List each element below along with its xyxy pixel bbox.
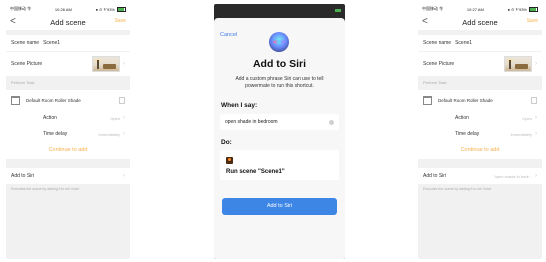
device-row[interactable]: Default Room Roller Shade xyxy=(418,90,542,110)
status-bar: 中国移动 令 10:26 AM ● ⊙ ⅟ 93% xyxy=(6,4,130,14)
do-label: Do: xyxy=(221,139,232,146)
chevron-right-icon: › xyxy=(123,131,125,137)
app-icon xyxy=(226,157,233,164)
back-button[interactable]: < xyxy=(422,16,428,27)
shortcut-action-card: Run scene "Scene1" xyxy=(220,150,339,180)
action-label: Action xyxy=(455,115,469,121)
action-value: Open xyxy=(522,115,532,121)
chevron-right-icon: › xyxy=(535,61,537,67)
run-scene-text: Run scene "Scene1" xyxy=(226,169,285,175)
chevron-right-icon: › xyxy=(535,131,537,137)
scene-picture-row[interactable]: Scene Picture › xyxy=(6,52,130,76)
time-delay-value: Immediately xyxy=(98,131,120,137)
save-button[interactable]: Save xyxy=(115,18,126,24)
add-to-siri-button[interactable]: Add to Siri xyxy=(222,198,337,215)
status-time: 10:27 AM xyxy=(466,6,484,12)
time-delay-label: Time delay xyxy=(43,131,68,137)
page-title: Add scene xyxy=(50,17,86,27)
add-to-siri-row[interactable]: Add to Siri › xyxy=(6,168,130,184)
carrier-label: 中国移动 令 xyxy=(10,6,32,11)
battery-icon xyxy=(335,9,341,12)
device-name: Default Room Roller Shade xyxy=(438,97,493,103)
chevron-right-icon: › xyxy=(535,115,537,121)
scene-picture-label: Scene Picture xyxy=(11,61,43,67)
time-delay-row[interactable]: Time delay Immediately › xyxy=(418,126,542,142)
clear-icon[interactable] xyxy=(329,119,334,125)
siri-footnote: Executes the scene by adding it to siri … xyxy=(11,187,80,191)
scene-picture-row[interactable]: Scene Picture › xyxy=(418,52,542,76)
continue-to-add-button[interactable]: Continue to add xyxy=(418,142,542,159)
siri-description: Add a custom phrase Siri can use to tell… xyxy=(235,76,324,89)
scene-name-row[interactable]: Scene name Scene1 xyxy=(6,35,130,51)
action-value: Open xyxy=(110,115,120,121)
cancel-button[interactable]: Cancel xyxy=(220,32,237,38)
nav-bar: < Add scene Save xyxy=(418,14,542,30)
add-scene-screen-2: 中国移动 令 10:27 AM ● ⊙ ⅟ 93% < Add scene Sa… xyxy=(418,4,542,259)
siri-phrase-value: "open shade in bedr... xyxy=(493,173,532,179)
perform-task-label: Perform Task xyxy=(11,80,35,85)
delete-icon[interactable] xyxy=(531,96,537,104)
device-row[interactable]: Default Room Roller Shade xyxy=(6,90,130,110)
add-to-siri-row[interactable]: Add to Siri "open shade in bedr... › xyxy=(418,168,542,184)
action-row[interactable]: Action Open › xyxy=(418,110,542,126)
siri-icon xyxy=(269,32,289,52)
action-row[interactable]: Action Open › xyxy=(6,110,130,126)
chevron-right-icon: › xyxy=(123,173,125,179)
phrase-text: open shade in bedroom xyxy=(225,119,278,125)
scene-name-label: Scene name xyxy=(423,40,452,46)
scene-picture-thumbnail xyxy=(504,56,532,72)
scene-name-row[interactable]: Scene name Scene1 xyxy=(418,35,542,51)
device-name: Default Room Roller Shade xyxy=(26,97,81,103)
status-bar: 中国移动 令 10:27 AM ● ⊙ ⅟ 93% xyxy=(418,4,542,14)
scene-picture-thumbnail xyxy=(92,56,120,72)
chevron-right-icon: › xyxy=(123,115,125,121)
when-i-say-label: When I say: xyxy=(221,102,258,109)
add-to-siri-screen: Cancel Add to Siri Add a custom phrase S… xyxy=(214,4,345,259)
roller-shade-icon xyxy=(11,95,20,105)
status-bar xyxy=(214,4,345,17)
scene-picture-label: Scene Picture xyxy=(423,61,455,67)
nav-bar: < Add scene Save xyxy=(6,14,130,30)
perform-task-label: Perform Task xyxy=(423,80,447,85)
scene-name-label: Scene name xyxy=(11,40,40,46)
delete-icon[interactable] xyxy=(119,96,125,104)
page-title: Add scene xyxy=(462,17,498,27)
scene-name-input[interactable]: Scene1 xyxy=(43,40,60,46)
back-button[interactable]: < xyxy=(10,16,16,27)
add-to-siri-label: Add to Siri xyxy=(11,173,35,179)
status-icons: ● ⊙ ⅟ 93% xyxy=(95,6,115,12)
battery-icon xyxy=(116,6,126,12)
save-button[interactable]: Save xyxy=(527,18,538,24)
scene-name-input[interactable]: Scene1 xyxy=(455,40,472,46)
time-delay-row[interactable]: Time delay Immediately › xyxy=(6,126,130,142)
time-delay-value: Immediately xyxy=(510,131,532,137)
roller-shade-icon xyxy=(423,95,432,105)
status-icons: ● ⊙ ⅟ 93% xyxy=(507,6,527,12)
carrier-label: 中国移动 令 xyxy=(422,6,444,11)
status-time: 10:26 AM xyxy=(54,6,72,12)
siri-title: Add to Siri xyxy=(252,58,307,70)
phrase-input[interactable]: open shade in bedroom xyxy=(220,114,339,130)
chevron-right-icon: › xyxy=(123,61,125,67)
continue-to-add-button[interactable]: Continue to add xyxy=(6,142,130,159)
siri-sheet: Cancel Add to Siri Add a custom phrase S… xyxy=(214,18,345,259)
battery-icon xyxy=(528,6,538,12)
siri-footnote: Executes the scene by adding it to siri … xyxy=(423,187,492,191)
add-to-siri-label: Add to Siri xyxy=(423,173,447,179)
action-label: Action xyxy=(43,115,57,121)
chevron-right-icon: › xyxy=(535,173,537,179)
add-scene-screen-1: 中国移动 令 10:26 AM ● ⊙ ⅟ 93% < Add scene Sa… xyxy=(6,4,130,259)
time-delay-label: Time delay xyxy=(455,131,480,137)
